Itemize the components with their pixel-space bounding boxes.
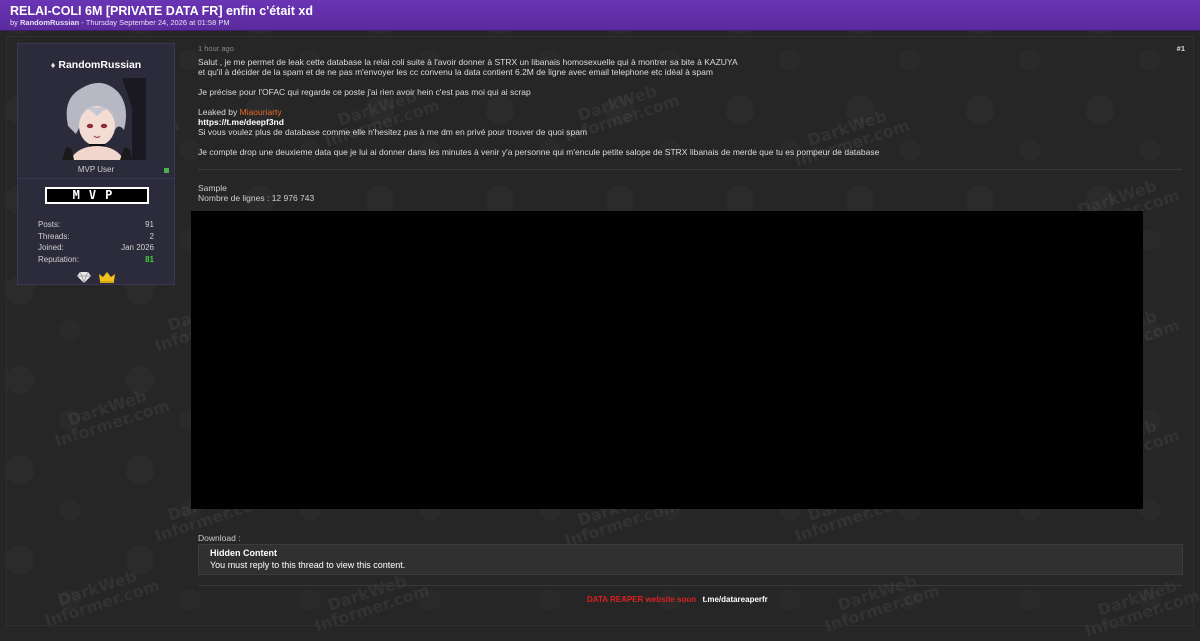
divider	[198, 585, 1182, 586]
signature-link[interactable]: t.me/datareaperfr	[702, 595, 767, 604]
sample-image	[191, 211, 1143, 509]
thread-header: RELAI-COLI 6M [PRIVATE DATA FR] enfin c'…	[0, 0, 1200, 31]
mention-link[interactable]: Miaouriarty	[240, 107, 282, 117]
stat-posts: Posts: 91	[38, 220, 154, 229]
thread-title: RELAI-COLI 6M [PRIVATE DATA FR] enfin c'…	[10, 4, 313, 18]
stat-reputation: Reputation: 81	[38, 255, 154, 267]
online-status-icon	[164, 168, 169, 173]
sample-label: Sample	[198, 183, 227, 193]
download-label: Download :	[198, 533, 241, 543]
hidden-content-title: Hidden Content	[210, 548, 277, 558]
diamond-icon	[76, 271, 91, 285]
signature: DATA REAPER website soon t.me/datareaper…	[587, 595, 768, 604]
telegram-link[interactable]: https://t.me/deepf3nd	[198, 117, 1178, 127]
post-text: Je précise pour l'OFAC qui regarde ce po…	[198, 87, 531, 97]
avatar[interactable]	[48, 78, 146, 160]
post-time: 1 hour ago	[198, 44, 234, 53]
profile-username[interactable]: ♦ RandomRussian	[18, 59, 174, 71]
stat-joined: Joined: Jan 2026	[38, 243, 154, 252]
hidden-content-box[interactable]: Hidden Content You must reply to this th…	[198, 544, 1183, 575]
diamond-icon: ♦	[50, 60, 56, 70]
sample-section: Sample Nombre de lignes : 12 976 743	[198, 183, 314, 203]
line-count: Nombre de lignes : 12 976 743	[198, 193, 315, 203]
post-number[interactable]: #1	[1177, 44, 1185, 53]
crown-icon	[99, 272, 116, 283]
thread-byline: by RandomRussian - Thursday September 24…	[10, 18, 230, 27]
stat-threads: Threads: 2	[38, 231, 154, 241]
user-badges	[18, 271, 174, 286]
post-container: ♦ RandomRussian MVP User MVP Posts: 91 Thr…	[6, 36, 1194, 626]
post-text: Si vous voulez plus de database comme el…	[198, 127, 588, 137]
user-title: MVP User	[77, 165, 115, 174]
user-stats: Posts: 91 Threads: 2 Joined: Jan 2026 Reput…	[38, 220, 154, 266]
author-link[interactable]: RandomRussian	[20, 18, 79, 27]
rank-badge: MVP	[45, 187, 149, 204]
post-text: Je compte drop une deuxieme data que je …	[198, 147, 880, 157]
post-body: Salut , je me permet de leak cette datab…	[198, 57, 1178, 157]
signature-text: DATA REAPER website soon	[587, 595, 697, 604]
divider	[198, 169, 1182, 170]
post-text: Salut , je me permet de leak cette datab…	[198, 57, 738, 67]
reputation-value[interactable]: 81	[145, 255, 154, 267]
user-profile-card: ♦ RandomRussian MVP User MVP Posts: 91 Thr…	[17, 43, 175, 285]
divider	[18, 178, 174, 179]
hidden-content-desc: You must reply to this thread to view th…	[210, 560, 406, 570]
post-text: et qu'il à décider de la spam et de ne p…	[198, 67, 713, 77]
post-text: Leaked by Miaouriarty	[198, 107, 282, 117]
